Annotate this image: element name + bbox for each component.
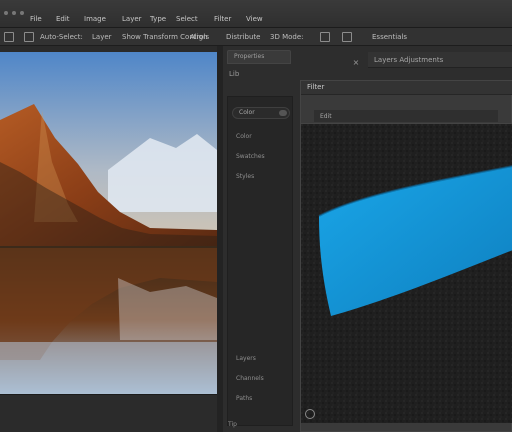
color-toggle-label: Color (239, 109, 255, 116)
align-controls[interactable]: Align (190, 32, 208, 42)
fabric-preview (301, 124, 512, 423)
menu-bar: File Edit Image Layer Type Select Filter… (0, 0, 512, 28)
3d-mode-label[interactable]: 3D Mode: (270, 32, 304, 42)
menu-view[interactable]: View (246, 14, 263, 24)
sidebar-item-channels[interactable]: Channels (236, 375, 264, 382)
menu-edit[interactable]: Edit (56, 14, 70, 24)
3d-pan-icon[interactable] (342, 32, 352, 42)
document-canvas[interactable] (0, 52, 217, 394)
3d-rotate-icon[interactable] (320, 32, 330, 42)
library-label: Lib (229, 70, 240, 78)
zoom-icon[interactable] (305, 409, 315, 419)
menu-type[interactable]: Type (150, 14, 166, 24)
preview-header: Filter (301, 81, 512, 95)
window-dot-icon[interactable] (4, 11, 8, 15)
tip-label: Tip (228, 421, 237, 428)
auto-select-label[interactable]: Auto-Select: (40, 32, 83, 42)
window-dot-icon[interactable] (20, 11, 24, 15)
preview-panel: Filter Edit (300, 80, 512, 432)
move-tool-icon[interactable] (24, 32, 34, 42)
properties-tab[interactable]: Properties (227, 50, 291, 64)
preview-subbar[interactable]: Edit (313, 109, 499, 123)
preview-image[interactable] (301, 123, 512, 423)
status-bar (0, 394, 217, 432)
tool-preset-icon[interactable] (4, 32, 14, 42)
sidebar-item-paths[interactable]: Paths (236, 395, 252, 402)
preview-header-label: Filter (307, 83, 325, 91)
distribute-controls[interactable]: Distribute (226, 32, 260, 42)
menu-file[interactable]: File (30, 14, 42, 24)
close-icon[interactable]: × (351, 58, 361, 68)
sidebar-panel: Color Color Swatches Styles Layers Chann… (227, 96, 293, 426)
menu-filter[interactable]: Filter (214, 14, 231, 24)
menu-select[interactable]: Select (176, 14, 198, 24)
preview-subbar-label: Edit (320, 113, 332, 120)
menu-image[interactable]: Image (84, 14, 106, 24)
window-dot-icon[interactable] (12, 11, 16, 15)
menu-layer[interactable]: Layer (122, 14, 142, 24)
sidebar-item-swatches[interactable]: Swatches (236, 153, 265, 160)
sidebar-item-layers[interactable]: Layers (236, 355, 256, 362)
toggle-knob (279, 110, 287, 116)
right-panel: Properties × Layers Adjustments Lib Colo… (223, 46, 512, 432)
layers-adjustments-tab[interactable]: Layers Adjustments (368, 52, 512, 68)
layer-dropdown[interactable]: Layer (92, 32, 112, 42)
color-toggle[interactable]: Color (232, 107, 290, 119)
properties-tab-label: Properties (234, 53, 265, 60)
sidebar-item-color[interactable]: Color (236, 133, 252, 140)
landscape-photo (0, 52, 217, 394)
options-bar: Auto-Select: Layer Show Transform Contro… (0, 28, 512, 46)
layers-adjustments-label: Layers Adjustments (374, 56, 444, 64)
sidebar-item-styles[interactable]: Styles (236, 173, 254, 180)
workspace-switcher[interactable]: Essentials (372, 32, 407, 42)
